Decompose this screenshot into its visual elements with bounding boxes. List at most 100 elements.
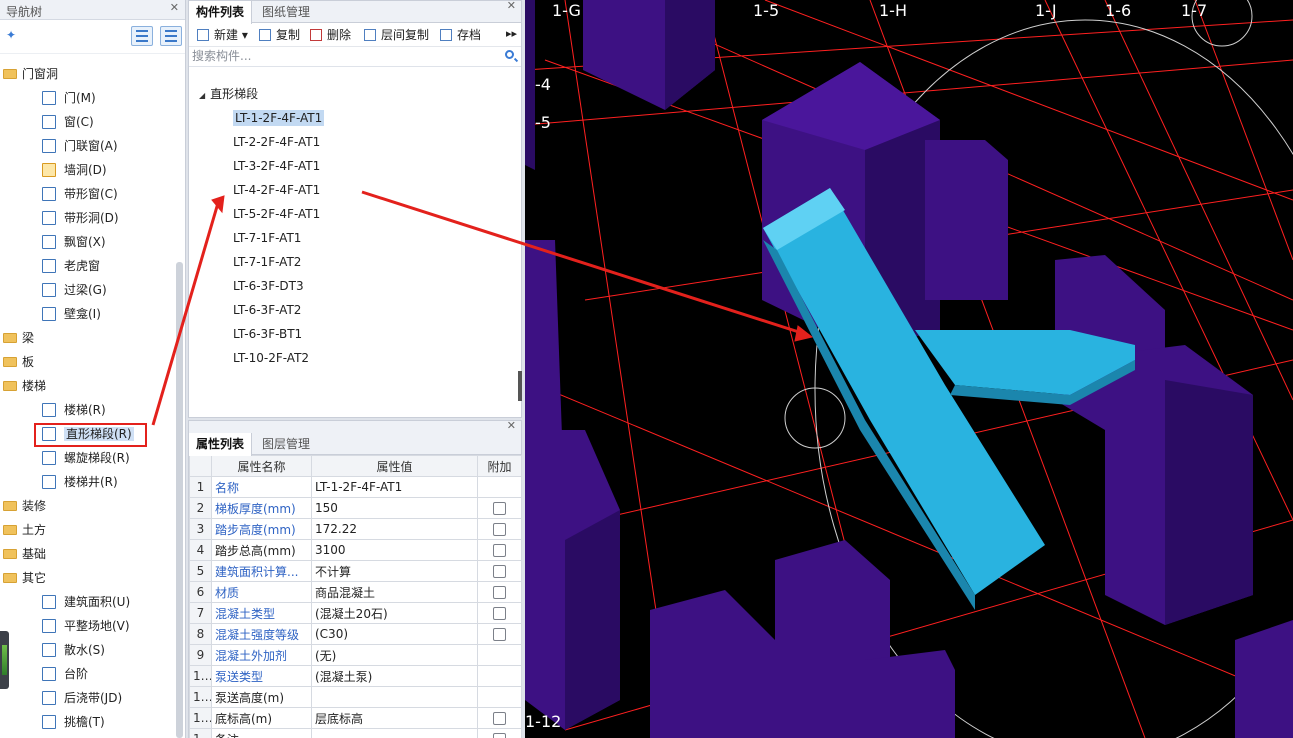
component-list-item[interactable]: LT-3-2F-4F-AT1 <box>231 155 326 179</box>
table-row[interactable]: 1 名称 LT-1-2F-4F-AT1 <box>189 476 522 498</box>
tree-item[interactable]: 壁龛(I) <box>0 302 172 326</box>
component-icon <box>42 211 56 225</box>
delete-button[interactable]: 删除 <box>310 27 351 43</box>
tree-group[interactable]: 基础 <box>0 542 172 566</box>
table-row[interactable]: 8 混凝土强度等级 (C30) <box>189 623 522 645</box>
property-value[interactable] <box>311 728 478 738</box>
more-icon[interactable]: ▸▸ <box>506 27 517 40</box>
tree-group[interactable]: 梁 <box>0 326 172 350</box>
tab-property-list[interactable]: 属性列表 <box>189 433 253 456</box>
nav-scrollbar[interactable] <box>176 262 183 738</box>
tree-item[interactable]: 门联窗(A) <box>0 134 172 158</box>
property-value[interactable]: 3100 <box>311 539 478 561</box>
tree-item[interactable]: 平整场地(V) <box>0 614 172 638</box>
tree-group[interactable]: 门窗洞 <box>0 62 172 86</box>
extra-checkbox[interactable] <box>493 628 506 641</box>
tree-item[interactable]: 窗(C) <box>0 110 172 134</box>
tree-item[interactable]: 老虎窗 <box>0 254 172 278</box>
3d-scene[interactable]: 1-G 1-5 1-H 1-J 1-6 1-7 -4 -5 1-12 <box>525 0 1293 738</box>
table-row[interactable]: 3 踏步高度(mm) 172.22 <box>189 518 522 540</box>
component-group[interactable]: ◢ 直形梯段 <box>199 85 258 102</box>
property-value[interactable] <box>311 686 478 708</box>
component-list-item[interactable]: LT-6-3F-BT1 <box>231 323 326 347</box>
component-list-item[interactable]: LT-2-2F-4F-AT1 <box>231 131 326 155</box>
tree-item[interactable]: 带形洞(D) <box>0 206 172 230</box>
side-status-tab[interactable] <box>0 631 9 689</box>
component-list-item[interactable]: LT-6-3F-AT2 <box>231 299 326 323</box>
tab-layer-management[interactable]: 图层管理 <box>255 433 317 455</box>
component-list-item[interactable]: LT-7-1F-AT1 <box>231 227 326 251</box>
table-row[interactable]: 10 泵送类型 (混凝土泵) <box>189 665 522 687</box>
tab-component-list[interactable]: 构件列表 <box>189 1 253 24</box>
tree-item[interactable]: 螺旋梯段(R) <box>0 446 172 470</box>
close-icon[interactable]: ✕ <box>507 0 516 11</box>
tree-group[interactable]: 板 <box>0 350 172 374</box>
table-row[interactable]: 6 材质 商品混凝土 <box>189 581 522 603</box>
collapse-triangle-icon[interactable]: ◢ <box>199 91 205 100</box>
tree-item[interactable]: 台阶 <box>0 662 172 686</box>
component-list-item[interactable]: LT-4-2F-4F-AT1 <box>231 179 326 203</box>
tree-item[interactable]: 建筑面积(U) <box>0 590 172 614</box>
component-list-item[interactable]: LT-6-3F-DT3 <box>231 275 326 299</box>
tab-drawing-management[interactable]: 图纸管理 <box>255 1 317 23</box>
tree-item[interactable]: 带形窗(C) <box>0 182 172 206</box>
tree-group[interactable]: 楼梯 <box>0 374 172 398</box>
tree-item[interactable]: 楼梯(R) <box>0 398 172 422</box>
property-value[interactable]: (混凝土20石) <box>311 602 478 624</box>
copy-button[interactable]: 复制 <box>259 27 300 43</box>
close-icon[interactable]: ✕ <box>170 1 179 14</box>
table-row[interactable]: 5 建筑面积计算... 不计算 <box>189 560 522 582</box>
extra-checkbox[interactable] <box>493 565 506 578</box>
property-name: 混凝土类型 <box>211 602 312 624</box>
table-row[interactable]: 4 踏步总高(mm) 3100 <box>189 539 522 561</box>
extra-checkbox[interactable] <box>493 733 506 738</box>
property-value[interactable]: (C30) <box>311 623 478 645</box>
3d-viewport[interactable]: 1-G 1-5 1-H 1-J 1-6 1-7 -4 -5 1-12 <box>525 0 1293 738</box>
sparkle-icon[interactable]: ✦ <box>6 28 16 42</box>
search-input[interactable] <box>189 47 489 65</box>
tree-item[interactable]: 楼梯井(R) <box>0 470 172 494</box>
grid-view-button[interactable] <box>160 26 182 46</box>
new-button[interactable]: 新建 ▾ <box>197 27 248 43</box>
floor-copy-button[interactable]: 层间复制 <box>364 27 429 43</box>
table-row[interactable]: 11 泵送高度(m) <box>189 686 522 708</box>
extra-checkbox[interactable] <box>493 544 506 557</box>
table-row[interactable]: 13备注 <box>189 728 522 738</box>
table-row[interactable]: 9 混凝土外加剂 (无) <box>189 644 522 666</box>
tree-item[interactable]: 散水(S) <box>0 638 172 662</box>
panel-splitter[interactable] <box>518 371 522 401</box>
property-value[interactable]: (混凝土泵) <box>311 665 478 687</box>
tree-item[interactable]: 后浇带(JD) <box>0 686 172 710</box>
archive-button[interactable]: 存档 <box>440 27 481 43</box>
close-icon[interactable]: ✕ <box>507 420 516 431</box>
list-view-button[interactable] <box>131 26 153 46</box>
property-value[interactable]: 172.22 <box>311 518 478 540</box>
component-list-item[interactable]: LT-7-1F-AT2 <box>231 251 326 275</box>
table-row[interactable]: 2 梯板厚度(mm) 150 <box>189 497 522 519</box>
tree-group[interactable]: 其它 <box>0 566 172 590</box>
extra-checkbox[interactable] <box>493 502 506 515</box>
extra-checkbox[interactable] <box>493 523 506 536</box>
tree-item[interactable]: 过梁(G) <box>0 278 172 302</box>
property-value[interactable]: 不计算 <box>311 560 478 582</box>
property-value[interactable]: (无) <box>311 644 478 666</box>
component-list-item[interactable]: LT-5-2F-4F-AT1 <box>231 203 326 227</box>
extra-checkbox[interactable] <box>493 712 506 725</box>
table-row[interactable]: 7 混凝土类型 (混凝土20石) <box>189 602 522 624</box>
property-value[interactable]: 商品混凝土 <box>311 581 478 603</box>
component-list-item[interactable]: LT-1-2F-4F-AT1 <box>231 107 326 131</box>
extra-checkbox[interactable] <box>493 586 506 599</box>
extra-checkbox[interactable] <box>493 607 506 620</box>
tree-item[interactable]: 墙洞(D) <box>0 158 172 182</box>
property-value[interactable]: 150 <box>311 497 478 519</box>
component-list-item[interactable]: LT-10-2F-AT2 <box>231 347 326 371</box>
tree-group[interactable]: 装修 <box>0 494 172 518</box>
table-row[interactable]: 12 底标高(m) 层底标高 <box>189 707 522 729</box>
property-value[interactable]: 层底标高 <box>311 707 478 729</box>
tree-item[interactable]: 飘窗(X) <box>0 230 172 254</box>
property-value[interactable]: LT-1-2F-4F-AT1 <box>311 476 478 498</box>
tree-group[interactable]: 土方 <box>0 518 172 542</box>
tree-item[interactable]: 门(M) <box>0 86 172 110</box>
tree-item[interactable]: 挑檐(T) <box>0 710 172 734</box>
search-icon[interactable] <box>505 50 514 59</box>
